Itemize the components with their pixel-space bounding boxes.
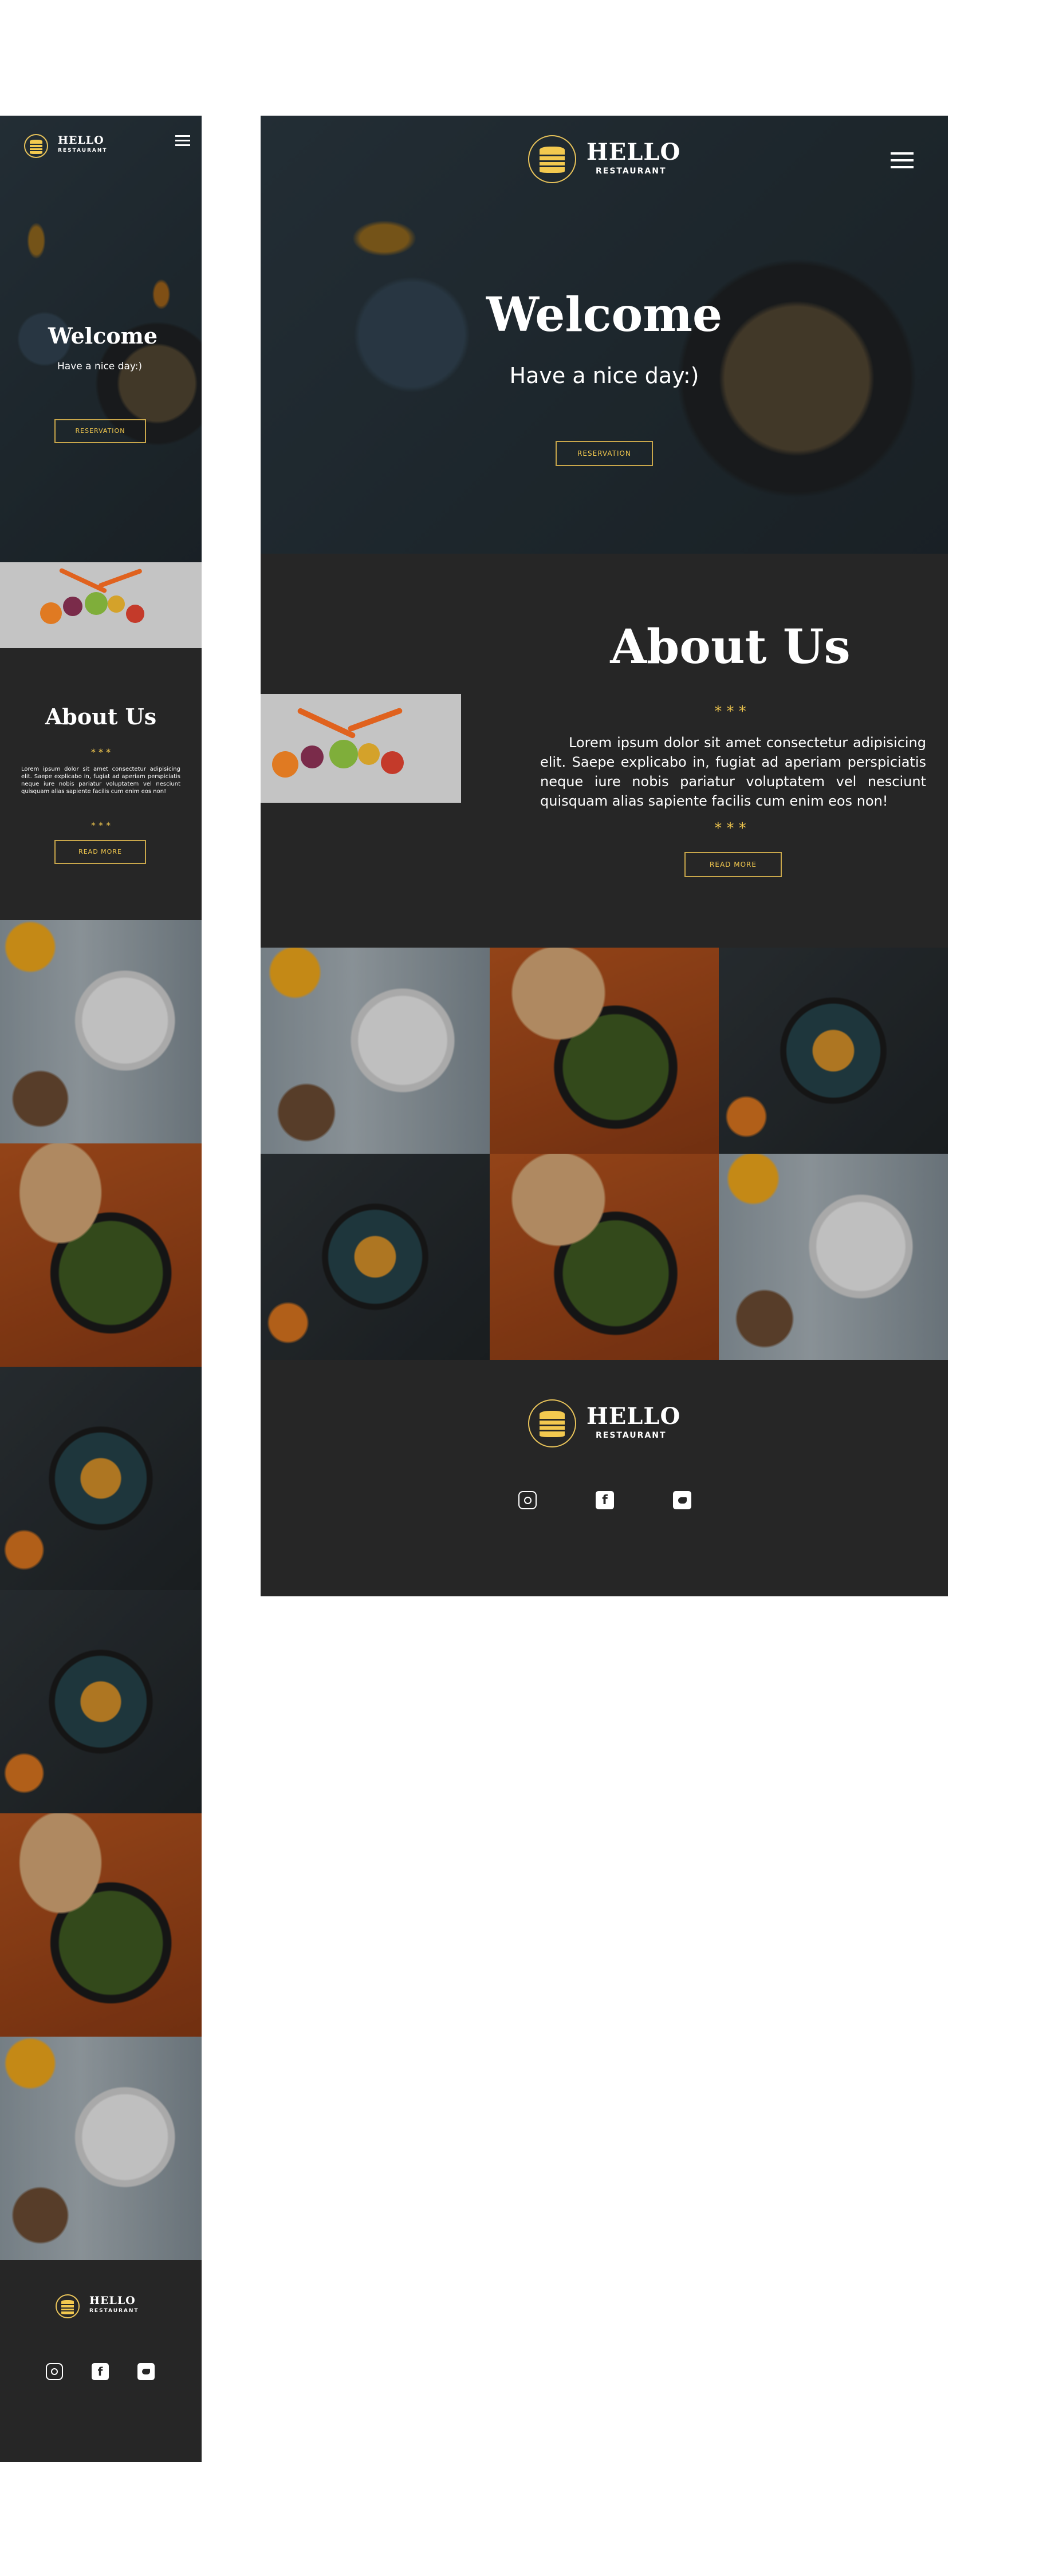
gallery-tile[interactable] (261, 1154, 490, 1360)
gallery-tile[interactable] (0, 1367, 202, 1590)
logo-badge-icon[interactable] (528, 135, 576, 183)
gallery-tile[interactable] (719, 948, 948, 1154)
gallery-tile[interactable] (261, 948, 490, 1154)
read-more-button[interactable]: READ MORE (684, 852, 782, 877)
logo-name: HELLO (586, 139, 681, 165)
about-stars-top: * * * (90, 747, 111, 758)
gallery-tile[interactable] (719, 1154, 948, 1360)
vegetables-illustration (261, 694, 461, 803)
logo-name: HELLO (58, 134, 104, 147)
hero-subtitle: Have a nice day:) (509, 363, 699, 388)
footer-logo-name: HELLO (89, 2294, 136, 2307)
gallery-tile[interactable] (0, 920, 202, 1143)
about-title: About Us (45, 704, 157, 729)
hero-title: Welcome (48, 323, 158, 349)
vegetables-illustration (0, 562, 202, 648)
reservation-button[interactable]: RESERVATION (556, 441, 653, 466)
read-more-button[interactable]: READ MORE (54, 840, 146, 864)
footer-logo-subtitle: RESTAURANT (89, 2308, 139, 2314)
gallery-tile[interactable] (0, 1813, 202, 2037)
desktop-page: HELLO RESTAURANT Welcome Have a nice day… (261, 116, 948, 1596)
gallery-tile[interactable] (0, 1143, 202, 1367)
footer-logo-subtitle: RESTAURANT (596, 1431, 667, 1440)
footer-logo-name: HELLO (586, 1403, 681, 1430)
reservation-button[interactable]: RESERVATION (54, 419, 146, 443)
about-stars-bottom: * * * (714, 820, 746, 837)
menu-icon[interactable] (175, 135, 190, 146)
facebook-icon[interactable]: f (596, 1491, 614, 1509)
footer-logo-icon[interactable] (56, 2294, 80, 2318)
about-text: Lorem ipsum dolor sit amet consectetur a… (21, 766, 180, 795)
twitter-icon[interactable] (137, 2363, 155, 2380)
about-stars-top: * * * (714, 703, 746, 720)
instagram-icon[interactable] (518, 1491, 537, 1509)
about-stars-bottom: * * * (90, 820, 111, 831)
about-title: About Us (610, 620, 851, 674)
gallery-tile[interactable] (0, 1590, 202, 1813)
footer-logo-icon[interactable] (528, 1399, 576, 1447)
mobile-page: HELLO RESTAURANT Welcome Have a nice day… (0, 116, 202, 2462)
twitter-icon[interactable] (673, 1491, 691, 1509)
gallery-tile[interactable] (490, 948, 719, 1154)
logo-subtitle: RESTAURANT (596, 167, 667, 176)
about-text: Lorem ipsum dolor sit amet consectetur a… (540, 735, 926, 809)
hero-title: Welcome (486, 287, 723, 342)
instagram-icon[interactable] (46, 2363, 63, 2380)
gallery-tile[interactable] (0, 2037, 202, 2260)
logo-subtitle: RESTAURANT (58, 148, 108, 153)
gallery-tile[interactable] (490, 1154, 719, 1360)
facebook-icon[interactable]: f (92, 2363, 109, 2380)
logo-badge-icon[interactable] (24, 134, 48, 158)
menu-icon[interactable] (891, 152, 914, 168)
hero-subtitle: Have a nice day:) (57, 361, 143, 372)
